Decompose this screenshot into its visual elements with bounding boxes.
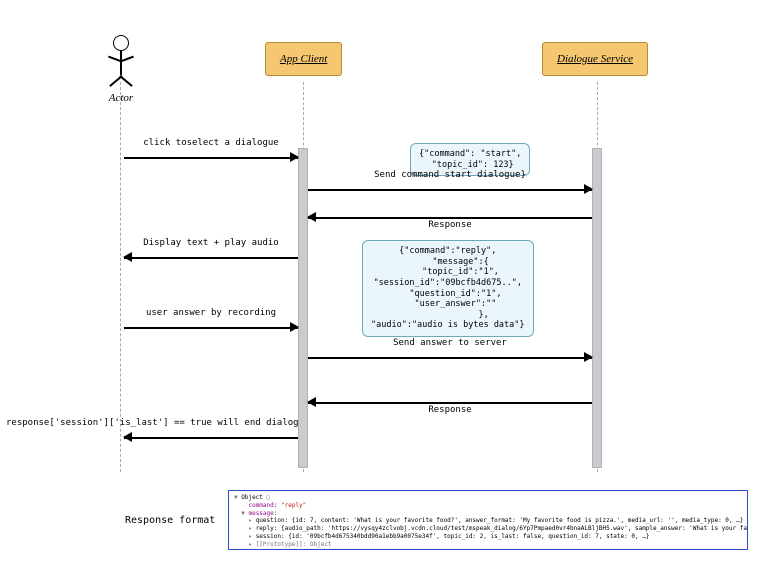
rf-status-key: status (248, 549, 270, 550)
rf-object: Object (241, 494, 263, 501)
rf-question: question: {id: 7, content: 'What is your… (256, 517, 744, 524)
msg-response-1: Response (308, 210, 592, 224)
actor-icon (120, 51, 122, 75)
activation-dialogue-service (592, 148, 602, 468)
lifeline-actor (120, 82, 121, 472)
rf-command-val: "reply" (281, 502, 306, 509)
participant-dialogue-service: Dialogue Service (542, 42, 648, 76)
rf-proto: [[Prototype]]: Object (256, 541, 332, 548)
msg-label: user answer by recording (124, 308, 298, 318)
actor-icon (113, 35, 129, 51)
note-reply-payload: {"command":"reply", "message":{ "topic_i… (362, 240, 534, 337)
rf-status-val: true (277, 549, 291, 550)
msg-send-start: Send command start dialogue} (308, 182, 592, 196)
msg-label: Response (308, 220, 592, 230)
sequence-diagram: Actor App Client Dialogue Service {"comm… (10, 10, 750, 556)
actor-label: Actor (90, 92, 152, 104)
msg-click-select: click toselect a dialogue (124, 150, 298, 164)
msg-display-play: Display text + play audio (124, 250, 298, 264)
rf-session: session: {id: '09bcfb4d675340bdd90a1ebb9… (256, 533, 650, 540)
rf-reply: reply: {audio_path: 'https://vysqy4zclvo… (256, 525, 748, 532)
participant-app-client: App Client (265, 42, 342, 76)
msg-label: Display text + play audio (124, 238, 298, 248)
msg-label: Response (308, 405, 592, 415)
response-format-label: Response format (125, 515, 215, 526)
actor-icon (119, 75, 133, 87)
msg-user-answer: user answer by recording (124, 320, 298, 334)
actor-icon (120, 56, 134, 63)
msg-label: response['session']['is_last'] == true w… (6, 418, 306, 428)
msg-label: Send command start dialogue} (308, 170, 592, 180)
rf-message-key: message (248, 510, 273, 517)
msg-end-dialog: response['session']['is_last'] == true w… (124, 430, 298, 444)
rf-command-key: command (248, 502, 273, 509)
response-format-box: ▼ Object ▢ command: "reply" ▼ message: ▸… (228, 490, 748, 550)
msg-response-2: Response (308, 395, 592, 409)
msg-label: click toselect a dialogue (124, 138, 298, 148)
msg-send-answer: Send answer to server (308, 350, 592, 364)
msg-label: Send answer to server (308, 338, 592, 348)
